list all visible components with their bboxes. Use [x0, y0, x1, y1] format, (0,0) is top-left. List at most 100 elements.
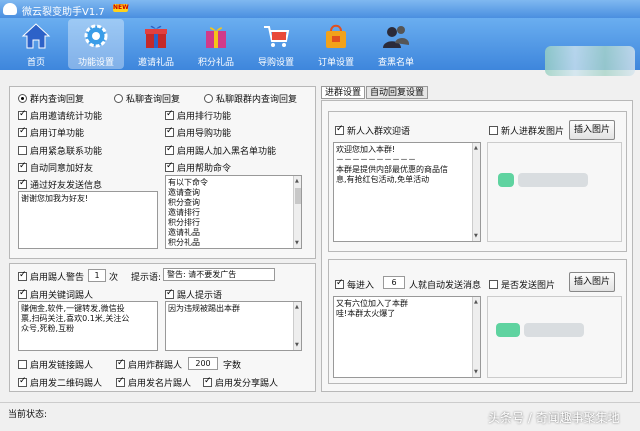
check-label: 启用帮助命令 — [177, 164, 232, 174]
tab-join-settings[interactable]: 进群设置 — [321, 86, 366, 99]
checkbox-icon — [203, 376, 212, 387]
check-spam-kick[interactable]: 启用炸群踢人 — [116, 358, 182, 371]
welcome-text: 欢迎您加入本群! －－－－－－－－－－ 本群是提供内部最优惠的商品信 息,有抢红… — [336, 145, 448, 184]
warn-count-input[interactable]: 1 — [88, 269, 106, 282]
cart-icon — [264, 26, 290, 47]
check-emergency[interactable]: 启用紧急联系功能 — [18, 144, 102, 157]
checkbox-icon — [18, 360, 27, 369]
kick-hint-textarea[interactable]: 因为违规被踢出本群 — [165, 301, 302, 351]
insert-picture-button[interactable]: 插入图片 — [569, 120, 615, 140]
query-settings-panel: 群内查询回复 私聊查询回复 私聊跟群内查询回复 启用邀请统计功能 启用订单功能 … — [9, 86, 316, 259]
check-label: 启用发二维码踢人 — [30, 379, 103, 389]
users-icon — [383, 26, 410, 48]
check-link-kick[interactable]: 启用发链接踢人 — [18, 358, 93, 371]
toolbar-blacklist[interactable]: 查黑名单 — [368, 19, 424, 69]
scrollbar[interactable] — [293, 302, 301, 350]
join-count-input[interactable]: 6 — [383, 276, 405, 289]
check-auto-picture[interactable]: 是否发送图片 — [489, 278, 555, 291]
auto-message-textarea[interactable]: 又有六位加入了本群 哇!本群太火爆了 — [333, 296, 481, 378]
checkbox-icon — [18, 126, 27, 137]
blurred-image-part — [496, 323, 520, 337]
check-help-command[interactable]: 启用帮助命令 — [165, 161, 231, 174]
check-auto-message[interactable]: 每进入 — [335, 278, 374, 291]
mode-private-query[interactable]: 私聊查询回复 — [114, 92, 180, 105]
check-label: 启用踢人加入黑名单功能 — [177, 147, 277, 157]
hint-label: 提示语: — [131, 273, 162, 283]
welcome-textarea[interactable]: 欢迎您加入本群! －－－－－－－－－－ 本群是提供内部最优惠的商品信 息,有抢红… — [333, 142, 481, 242]
toolbar-shopping-guide[interactable]: 导购设置 — [248, 19, 304, 69]
insert-picture-button[interactable]: 插入图片 — [569, 272, 615, 292]
blurred-image-part — [518, 173, 588, 187]
check-shopping-guide[interactable]: 启用导购功能 — [165, 126, 231, 139]
help-commands-textarea[interactable]: 有以下命令 邀请查询 积分查询 邀请排行 积分排行 邀请礼品 积分礼品 兑换查询 — [165, 175, 302, 249]
check-label: 新人入群欢迎语 — [347, 127, 411, 137]
check-share-kick[interactable]: 启用发分享踢人 — [203, 376, 278, 389]
scrollbar-thumb[interactable] — [295, 188, 301, 204]
check-kick-hint[interactable]: 踢人提示语 — [165, 288, 222, 301]
scrollbar[interactable] — [472, 143, 480, 241]
check-invite-stats[interactable]: 启用邀请统计功能 — [18, 109, 102, 122]
check-ranking[interactable]: 启用排行功能 — [165, 109, 231, 122]
gear-icon — [84, 24, 108, 48]
radio-label: 群内查询回复 — [30, 95, 85, 105]
check-qrcode-kick[interactable]: 启用发二维码踢人 — [18, 376, 102, 389]
radio-label: 私聊查询回复 — [126, 95, 181, 105]
check-label: 启用排行功能 — [177, 112, 232, 122]
toolbar-blacklist-label: 查黑名单 — [377, 58, 414, 68]
checkbox-icon — [165, 144, 174, 155]
checkbox-icon — [335, 124, 344, 135]
checkbox-icon — [165, 126, 174, 137]
scrollbar[interactable] — [293, 176, 301, 248]
join-settings-panel: 新人入群欢迎语 新人进群发图片 插入图片 欢迎您加入本群! －－－－－－－－－－… — [321, 100, 633, 392]
check-label: 新人进群发图片 — [501, 127, 565, 137]
warn-unit: 次 — [109, 273, 119, 283]
radio-icon — [114, 94, 123, 103]
check-label: 启用踢人警告 — [30, 273, 85, 283]
toolbar-invite-gift-label: 邀请礼品 — [137, 58, 174, 68]
check-welcome-picture[interactable]: 新人进群发图片 — [489, 124, 564, 137]
check-card-kick[interactable]: 启用发名片踢人 — [116, 376, 191, 389]
hint-input[interactable]: 警告: 请不要发广告 — [163, 268, 275, 281]
toolbar-invite-gift[interactable]: 邀请礼品 — [128, 19, 184, 69]
check-label: 启用导购功能 — [177, 129, 232, 139]
toolbar-home[interactable]: 首页 — [8, 19, 64, 69]
app-window: 微云裂变助手V1.7 NEW 首页 功能设置 邀请礼品 积分礼品 导购设置 订单… — [0, 0, 640, 431]
check-friend-message[interactable]: 通过好友发送信息 — [18, 178, 102, 191]
spam-unit: 字数 — [223, 361, 242, 371]
toolbar-order-settings[interactable]: 订单设置 — [308, 19, 364, 69]
watermark: 头条号 / 奇闻趣事聚集地 — [488, 411, 620, 425]
check-label: 自动同意加好友 — [30, 164, 94, 174]
toolbar-shopping-guide-label: 导购设置 — [257, 58, 294, 68]
toolbar-feature-settings[interactable]: 功能设置 — [68, 19, 124, 69]
mode-group-query[interactable]: 群内查询回复 — [18, 92, 84, 105]
spam-count-input[interactable]: 200 — [188, 357, 218, 370]
toolbar-points-gift[interactable]: 积分礼品 — [188, 19, 244, 69]
tab-auto-reply[interactable]: 自动回复设置 — [366, 86, 429, 99]
mode-both-query[interactable]: 私聊跟群内查询回复 — [204, 92, 297, 105]
check-welcome[interactable]: 新人入群欢迎语 — [335, 124, 410, 137]
blurred-user-info — [545, 46, 635, 76]
checkbox-icon — [116, 376, 125, 387]
checkbox-icon — [165, 161, 174, 172]
order-bag-icon — [326, 24, 346, 48]
check-kick-warning[interactable]: 启用踢人警告 — [18, 270, 84, 283]
check-order[interactable]: 启用订单功能 — [18, 126, 84, 139]
check-keyword-kick[interactable]: 启用关键词踢人 — [18, 288, 93, 301]
check-label: 启用炸群踢人 — [128, 361, 183, 371]
auto-message-group: 每进入 6 人就自动发送消息 是否发送图片 插入图片 又有六位加入了本群 哇!本… — [328, 259, 627, 384]
check-label: 启用邀请统计功能 — [30, 112, 103, 122]
checkbox-icon — [18, 178, 27, 189]
check-auto-accept[interactable]: 自动同意加好友 — [18, 161, 93, 174]
friend-message-textarea[interactable]: 谢谢您加我为好友! — [18, 191, 158, 249]
toolbar-feature-settings-label: 功能设置 — [77, 58, 114, 68]
auto-message-text: 又有六位加入了本群 哇!本群太火爆了 — [336, 299, 408, 318]
keywords-textarea[interactable]: 赚佣金,软件,一键转发,微信投 票,扫码关注,喜欢0.1米,关注公 众号,死粉,… — [18, 301, 158, 351]
checkbox-icon — [165, 109, 174, 120]
friend-message-text: 谢谢您加我为好友! — [21, 194, 89, 203]
checkbox-icon — [18, 288, 27, 299]
main-toolbar: 首页 功能设置 邀请礼品 积分礼品 导购设置 订单设置 查黑名单 — [0, 18, 640, 76]
blurred-image-part — [498, 173, 514, 187]
check-kick-blacklist[interactable]: 启用踢人加入黑名单功能 — [165, 144, 276, 157]
check-label: 是否发送图片 — [501, 281, 556, 291]
scrollbar[interactable] — [472, 297, 480, 377]
